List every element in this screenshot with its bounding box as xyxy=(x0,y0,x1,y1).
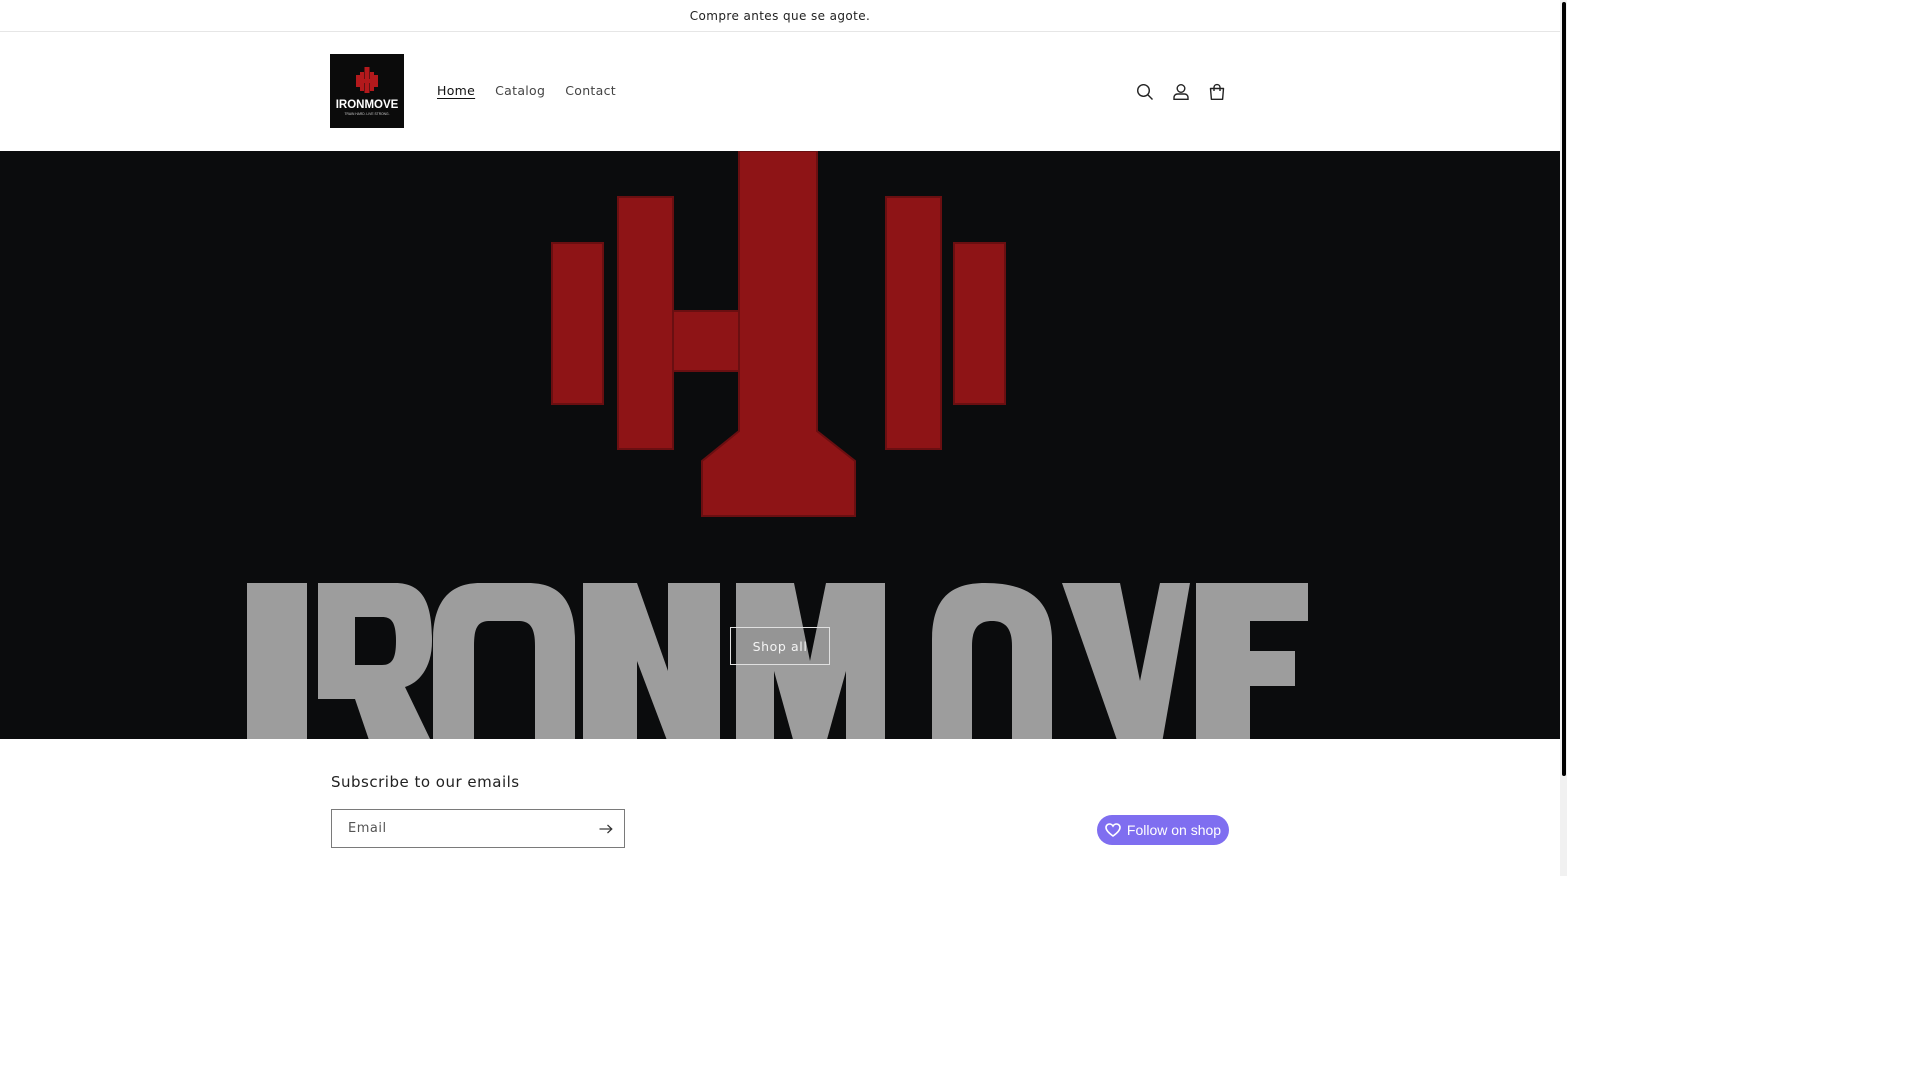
logo-wordmark: IRONMOVE xyxy=(336,99,399,111)
follow-label: Follow on shop xyxy=(1126,822,1222,838)
logo-tagline: TRAIN HARD. LIVE STRONG. xyxy=(344,112,389,116)
heart-icon xyxy=(1105,823,1121,837)
search-icon xyxy=(1136,83,1153,100)
arrow-right-icon xyxy=(599,824,613,833)
account-icon xyxy=(1173,84,1189,100)
subscribe-button[interactable] xyxy=(588,810,624,847)
nav-item-home[interactable]: Home xyxy=(437,82,475,100)
announcement-bar: Compre antes que se agote. xyxy=(0,0,1560,32)
hero-banner: Shop all xyxy=(0,151,1560,739)
cart-button[interactable] xyxy=(1199,76,1235,108)
email-form xyxy=(331,809,625,848)
account-button[interactable] xyxy=(1163,76,1199,108)
header-icons xyxy=(1127,76,1235,108)
logo-mark: IRONMOVE TRAIN HARD. LIVE STRONG. xyxy=(330,54,404,128)
announcement-text: Compre antes que se agote. xyxy=(689,8,871,23)
scrollbar-thumb[interactable] xyxy=(1562,2,1566,776)
cart-icon xyxy=(1209,83,1225,100)
nav-item-contact[interactable]: Contact xyxy=(565,82,616,100)
newsletter-title: Subscribe to our emails xyxy=(331,773,520,791)
search-button[interactable] xyxy=(1127,76,1163,108)
email-field[interactable] xyxy=(332,810,588,847)
shop-all-button[interactable]: Shop all xyxy=(730,627,830,665)
nav-item-catalog[interactable]: Catalog xyxy=(495,82,545,100)
store-logo[interactable]: IRONMOVE TRAIN HARD. LIVE STRONG. xyxy=(330,54,404,128)
site-header: IRONMOVE TRAIN HARD. LIVE STRONG. Home C… xyxy=(0,32,1560,151)
main-nav: Home Catalog Contact xyxy=(437,82,636,100)
follow-on-shop-button[interactable]: Follow on shop xyxy=(1097,815,1229,845)
